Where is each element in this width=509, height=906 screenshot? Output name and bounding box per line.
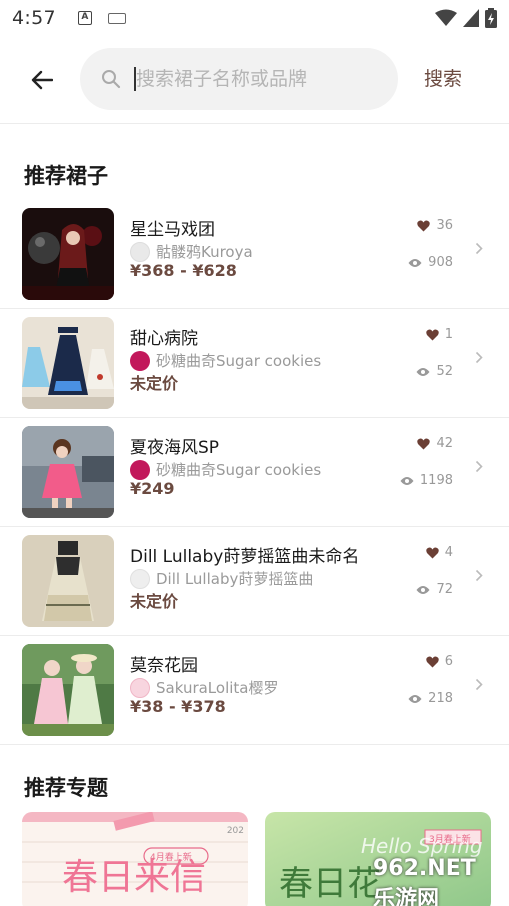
topic-year: 202 — [226, 826, 244, 836]
notification-a-icon: A — [77, 11, 92, 25]
topic-list: 春日来信 4月春上新 202 春日花 Hello Spring 3月春上新 96… — [0, 812, 509, 906]
item-price: 未定价 — [130, 592, 179, 611]
signal-icon — [463, 9, 479, 27]
list-item[interactable]: 星尘马戏团 骷髅鸦Kuroya ¥368 - ¥628 36 908 — [0, 200, 509, 309]
chevron-right-icon — [475, 242, 483, 255]
topic-tag: 3月春上新 — [429, 835, 471, 845]
back-button[interactable] — [22, 60, 62, 100]
item-price: ¥249 — [130, 479, 175, 498]
eye-icon — [416, 367, 430, 376]
brand-name: Dill Lullaby莳萝摇篮曲 — [156, 570, 314, 588]
search-button[interactable]: 搜索 — [424, 64, 462, 91]
item-likes: 1 — [425, 327, 453, 342]
item-name: 星尘马戏团 — [130, 220, 215, 240]
brand-name: 骷髅鸦Kuroya — [156, 243, 253, 261]
section-title-recommended-topics: 推荐专题 — [24, 776, 108, 800]
topic-title: 春日花 — [279, 864, 381, 904]
topic-card[interactable]: 春日花 Hello Spring 3月春上新 962.NET 乐游网 — [265, 812, 491, 906]
item-brand: SakuraLolita樱罗 — [130, 677, 278, 698]
views-count: 52 — [436, 364, 453, 379]
search-box[interactable] — [80, 48, 398, 110]
brand-logo-icon — [130, 568, 150, 589]
heart-icon — [417, 438, 431, 449]
topic-tag: 4月春上新 — [150, 853, 192, 863]
item-views: 908 — [408, 255, 453, 270]
item-price: ¥38 - ¥378 — [130, 697, 226, 716]
likes-count: 36 — [436, 218, 453, 233]
item-likes: 36 — [417, 218, 453, 233]
eye-icon — [408, 258, 422, 267]
heart-icon — [425, 547, 439, 558]
views-count: 72 — [436, 582, 453, 597]
item-price: 未定价 — [130, 374, 179, 393]
list-item[interactable]: Dill Lullaby莳萝摇篮曲未命名 Dill Lullaby莳萝摇篮曲 未… — [0, 527, 509, 636]
item-name: Dill Lullaby莳萝摇篮曲未命名 — [130, 547, 360, 567]
skirt-list: 星尘马戏团 骷髅鸦Kuroya ¥368 - ¥628 36 908 甜心病院 … — [0, 200, 509, 745]
heart-icon — [425, 656, 439, 667]
item-thumbnail — [22, 208, 114, 300]
item-views: 1198 — [400, 473, 453, 488]
item-brand: 砂糖曲奇Sugar cookies — [130, 459, 321, 480]
item-brand: 砂糖曲奇Sugar cookies — [130, 350, 321, 371]
item-brand: 骷髅鸦Kuroya — [130, 241, 253, 262]
list-item[interactable]: 甜心病院 砂糖曲奇Sugar cookies 未定价 1 52 — [0, 309, 509, 418]
heart-icon — [425, 329, 439, 340]
brand-logo-icon — [130, 677, 150, 698]
item-thumbnail — [22, 644, 114, 736]
item-thumbnail — [22, 535, 114, 627]
chevron-right-icon — [475, 678, 483, 691]
brand-name: SakuraLolita樱罗 — [156, 679, 279, 697]
chevron-right-icon — [475, 569, 483, 582]
eye-icon — [416, 585, 430, 594]
item-thumbnail — [22, 317, 114, 409]
keyboard-icon — [107, 12, 126, 24]
section-title-recommended-skirts: 推荐裙子 — [24, 164, 108, 188]
heart-icon — [417, 220, 431, 231]
item-name: 夏夜海风SP — [130, 438, 220, 458]
item-price: ¥368 - ¥628 — [130, 261, 237, 280]
item-brand: Dill Lullaby莳萝摇篮曲 — [130, 568, 313, 589]
item-name: 莫奈花园 — [130, 656, 198, 676]
chevron-right-icon — [475, 351, 483, 364]
brand-logo-icon — [130, 459, 150, 480]
likes-count: 4 — [444, 545, 453, 560]
item-views: 72 — [416, 582, 453, 597]
brand-name: 砂糖曲奇Sugar cookies — [156, 352, 322, 370]
item-name: 甜心病院 — [130, 329, 198, 349]
list-item[interactable]: 莫奈花园 SakuraLolita樱罗 ¥38 - ¥378 6 218 — [0, 636, 509, 745]
item-likes: 42 — [417, 436, 453, 451]
brand-name: 砂糖曲奇Sugar cookies — [156, 461, 322, 479]
likes-count: 1 — [444, 327, 453, 342]
wifi-icon — [435, 9, 457, 26]
search-input[interactable] — [136, 68, 386, 90]
chevron-right-icon — [475, 460, 483, 473]
brand-logo-icon — [130, 241, 150, 262]
topic-card[interactable]: 春日来信 4月春上新 202 — [22, 812, 248, 906]
status-bar: 4:57 A — [0, 0, 509, 36]
item-likes: 4 — [425, 545, 453, 560]
search-header: 搜索 — [0, 36, 509, 124]
item-thumbnail — [22, 426, 114, 518]
item-views: 52 — [416, 364, 453, 379]
brand-logo-icon — [130, 350, 150, 371]
views-count: 908 — [428, 255, 453, 270]
list-item[interactable]: 夏夜海风SP 砂糖曲奇Sugar cookies ¥249 42 1198 — [0, 418, 509, 527]
search-icon — [102, 70, 121, 89]
watermark-logo: 962.NET 乐游网 — [373, 856, 476, 906]
likes-count: 6 — [444, 654, 453, 669]
likes-count: 42 — [436, 436, 453, 451]
status-time: 4:57 — [12, 7, 56, 29]
views-count: 1198 — [419, 473, 453, 488]
item-views: 218 — [408, 691, 453, 706]
battery-icon — [485, 8, 497, 28]
views-count: 218 — [428, 691, 453, 706]
arrow-left-icon — [31, 70, 53, 90]
item-likes: 6 — [425, 654, 453, 669]
eye-icon — [408, 694, 422, 703]
eye-icon — [400, 476, 414, 485]
